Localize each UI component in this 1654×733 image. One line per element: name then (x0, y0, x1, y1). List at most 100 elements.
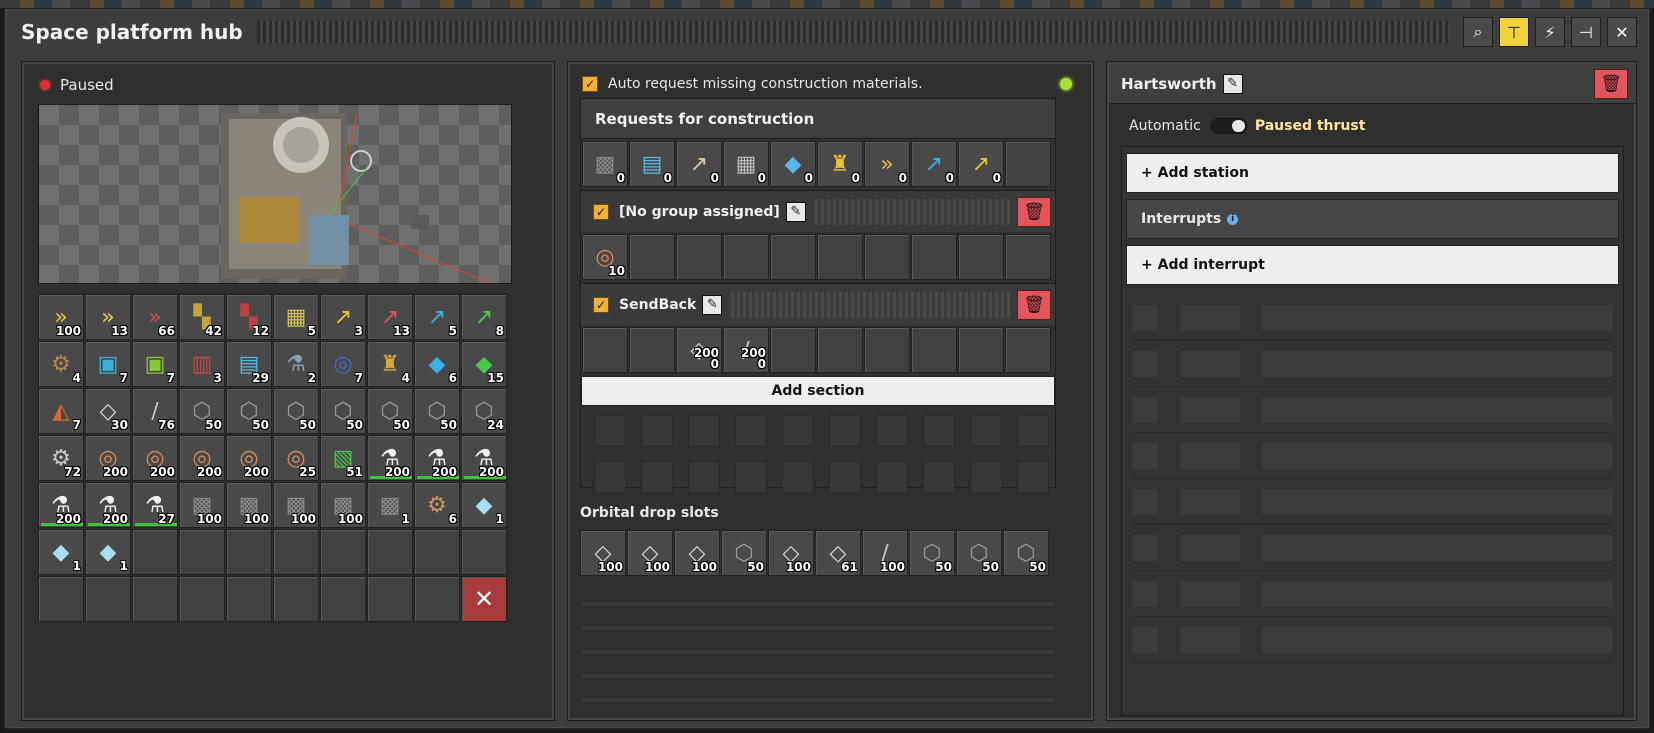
empty-section-slot[interactable] (723, 234, 769, 280)
item-slot[interactable]: ◭ 7 (38, 388, 84, 434)
empty-section-slot[interactable] (582, 327, 628, 373)
empty-slot[interactable] (132, 576, 178, 622)
empty-request-slot[interactable] (1005, 141, 1051, 187)
request-slot[interactable]: ▦ 0 (723, 141, 769, 187)
item-slot[interactable]: ⬡ 50 (179, 388, 225, 434)
empty-slot[interactable] (38, 576, 84, 622)
request-slot[interactable]: ↗ 0 (676, 141, 722, 187)
info-icon[interactable]: i (1227, 213, 1239, 225)
empty-slot[interactable] (414, 576, 460, 622)
delete-section-trash-icon[interactable]: 🗑 (1017, 289, 1051, 320)
empty-section-slot[interactable] (1005, 327, 1051, 373)
empty-section-slot[interactable] (1005, 234, 1051, 280)
empty-slot[interactable] (320, 529, 366, 575)
close-button[interactable]: ✕ (1607, 17, 1637, 47)
item-slot[interactable]: ◆ 1 (85, 529, 131, 575)
empty-section-slot[interactable] (770, 234, 816, 280)
delete-section-trash-icon[interactable]: 🗑 (1017, 196, 1051, 227)
empty-section-slot[interactable] (817, 234, 863, 280)
empty-slot[interactable] (367, 576, 413, 622)
item-slot[interactable]: ▩ 100 (273, 482, 319, 528)
orbital-drop-slot[interactable]: ◇ 100 (674, 530, 720, 576)
request-slot[interactable]: ▩ 0 (582, 141, 628, 187)
item-slot[interactable]: ⬡ 24 (461, 388, 507, 434)
empty-slot[interactable] (273, 576, 319, 622)
item-slot[interactable]: ◆ 1 (461, 482, 507, 528)
item-slot[interactable]: ◆ 15 (461, 341, 507, 387)
delete-platform-trash-icon[interactable]: 🗑 (1594, 68, 1628, 99)
item-slot[interactable]: ▩ 100 (320, 482, 366, 528)
item-slot[interactable]: ↗ 8 (461, 294, 507, 340)
orbital-drop-slot[interactable]: ◇ 61 (815, 530, 861, 576)
empty-slot[interactable] (226, 529, 272, 575)
empty-slot[interactable] (273, 529, 319, 575)
item-slot[interactable]: ▚ 42 (179, 294, 225, 340)
item-slot[interactable]: ◆ 1 (38, 529, 84, 575)
empty-slot[interactable] (461, 529, 507, 575)
auto-request-checkbox[interactable]: ✓ (582, 76, 598, 92)
section-enabled-checkbox[interactable]: ✓ (593, 296, 609, 313)
empty-slot[interactable] (132, 529, 178, 575)
item-slot[interactable]: ▧ 51 (320, 435, 366, 481)
section-drag-handle[interactable] (811, 198, 1011, 225)
rename-section-pencil-icon[interactable]: ✎ (702, 294, 723, 315)
item-slot[interactable]: » 13 (85, 294, 131, 340)
pin-button[interactable]: ⊣ (1571, 17, 1601, 47)
item-slot[interactable]: ◆ 6 (414, 341, 460, 387)
section-item-slot[interactable]: ◇ 200 0 (676, 327, 722, 373)
item-slot[interactable]: ↗ 3 (320, 294, 366, 340)
item-slot[interactable]: ↗ 13 (367, 294, 413, 340)
drag-handle[interactable] (256, 21, 1449, 43)
item-slot[interactable]: ⚙ 4 (38, 341, 84, 387)
item-slot[interactable]: ⬡ 50 (414, 388, 460, 434)
item-slot[interactable]: ⬡ 50 (367, 388, 413, 434)
add-interrupt-button[interactable]: + Add interrupt (1126, 245, 1619, 285)
empty-slot[interactable] (85, 576, 131, 622)
item-slot[interactable]: ⚗ 200 (414, 435, 460, 481)
item-slot[interactable]: ◎ 7 (320, 341, 366, 387)
thrust-toggle-switch[interactable] (1210, 118, 1247, 134)
empty-slot[interactable] (179, 529, 225, 575)
item-slot[interactable]: ⚗ 200 (461, 435, 507, 481)
section-item-slot[interactable]: ∕ 200 0 (723, 327, 769, 373)
orbital-drop-slot[interactable]: ⬡ 50 (956, 530, 1002, 576)
empty-section-slot[interactable] (864, 327, 910, 373)
orbital-drop-slot[interactable]: ∕ 100 (862, 530, 908, 576)
item-slot[interactable]: » 100 (38, 294, 84, 340)
item-slot[interactable]: ⚗ 27 (132, 482, 178, 528)
empty-section-slot[interactable] (770, 327, 816, 373)
item-slot[interactable]: ▦ 5 (273, 294, 319, 340)
empty-section-slot[interactable] (676, 234, 722, 280)
item-slot[interactable]: ⬡ 50 (273, 388, 319, 434)
orbital-drop-slot[interactable]: ◇ 100 (580, 530, 626, 576)
section-item-slot[interactable]: ◎ 10 (582, 234, 628, 280)
request-slot[interactable]: ↗ 0 (911, 141, 957, 187)
item-slot[interactable]: ⬡ 50 (226, 388, 272, 434)
item-slot[interactable]: ⚗ 200 (38, 482, 84, 528)
network-tree-button[interactable]: ⊤ (1499, 17, 1529, 47)
section-drag-handle[interactable] (728, 291, 1011, 318)
orbital-drop-slot[interactable]: ◇ 100 (627, 530, 673, 576)
orbital-drop-slot[interactable]: ⬡ 50 (909, 530, 955, 576)
request-slot[interactable]: ▤ 0 (629, 141, 675, 187)
item-slot[interactable]: ⚗ 200 (85, 482, 131, 528)
request-slot[interactable]: » 0 (864, 141, 910, 187)
item-slot[interactable]: ▣ 7 (85, 341, 131, 387)
clear-inventory-button[interactable]: ✕ (461, 576, 507, 622)
empty-section-slot[interactable] (958, 234, 1004, 280)
empty-slot[interactable] (226, 576, 272, 622)
orbital-drop-slot[interactable]: ⬡ 50 (721, 530, 767, 576)
empty-slot[interactable] (179, 576, 225, 622)
request-slot[interactable]: ♜ 0 (817, 141, 863, 187)
lightning-button[interactable]: ⚡ (1535, 17, 1565, 47)
item-slot[interactable]: ▚ 12 (226, 294, 272, 340)
item-slot[interactable]: ◎ 25 (273, 435, 319, 481)
item-slot[interactable]: ◎ 200 (179, 435, 225, 481)
item-slot[interactable]: ⚙ 72 (38, 435, 84, 481)
magnifier-button[interactable]: ⌕ (1463, 17, 1493, 47)
item-slot[interactable]: ▩ 1 (367, 482, 413, 528)
item-slot[interactable]: » 66 (132, 294, 178, 340)
item-slot[interactable]: ⚗ 2 (273, 341, 319, 387)
item-slot[interactable]: ∕ 76 (132, 388, 178, 434)
rename-section-pencil-icon[interactable]: ✎ (785, 201, 806, 222)
